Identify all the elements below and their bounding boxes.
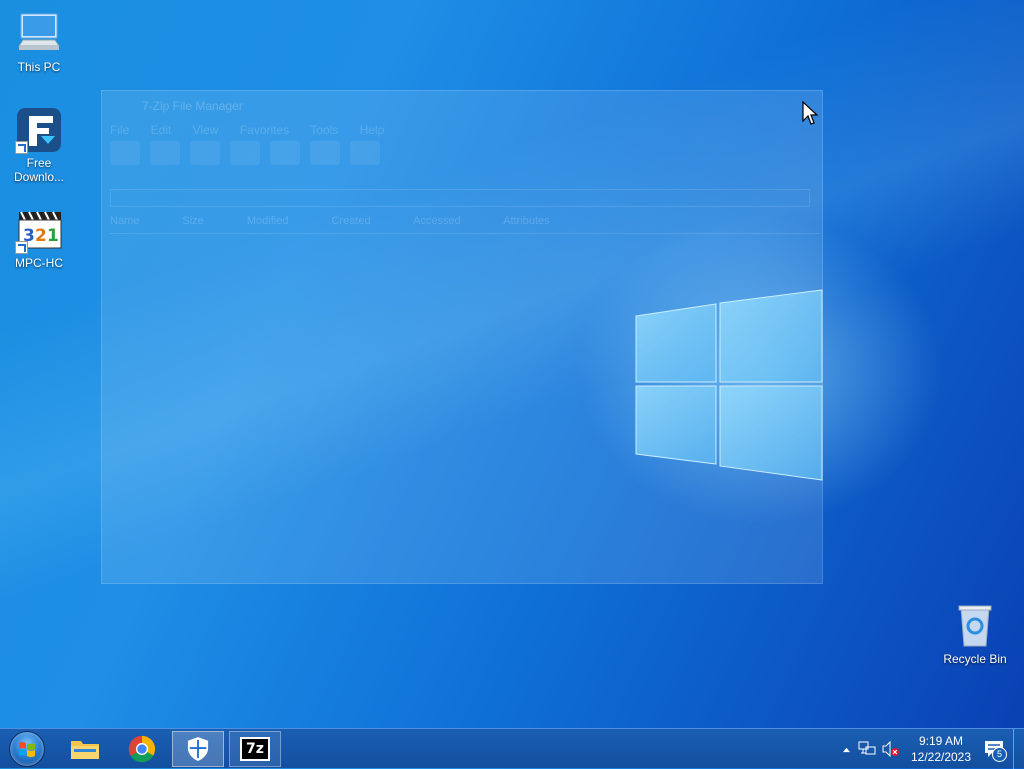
- desktop-icon-this-pc[interactable]: This PC: [1, 10, 77, 74]
- shortcut-arrow-icon: [15, 241, 28, 254]
- free-download-manager-icon: [15, 106, 63, 154]
- chevron-up-icon: [842, 747, 850, 752]
- ghost-window-path: [110, 189, 810, 207]
- ghost-window-columns: Name Size Modified Created Accessed Attr…: [110, 215, 820, 234]
- clock-time: 9:19 AM: [918, 734, 964, 748]
- start-button[interactable]: [4, 730, 50, 768]
- desktop-icon-mpc-hc[interactable]: 3 2 1 MPC-HC: [1, 206, 77, 270]
- svg-text:2: 2: [35, 226, 47, 246]
- volume-muted-icon: [882, 741, 899, 757]
- notification-count-badge: 5: [992, 747, 1007, 762]
- this-pc-icon: [15, 10, 63, 58]
- taskbar-chrome[interactable]: [116, 731, 168, 767]
- taskbar-7zip[interactable]: 7z: [229, 731, 281, 767]
- taskbar: 7z 9:19 AM 12/22/2023 5: [0, 728, 1024, 769]
- folder-icon: [71, 741, 99, 759]
- clock-button[interactable]: 9:19 AM 12/22/2023: [903, 729, 979, 769]
- clock-date: 12/22/2023: [910, 750, 972, 764]
- 7zip-icon-label: 7z: [246, 741, 264, 757]
- network-tray-button[interactable]: [855, 729, 879, 769]
- svg-text:1: 1: [47, 226, 59, 246]
- taskbar-file-explorer[interactable]: [59, 731, 111, 767]
- shortcut-arrow-icon: [15, 141, 28, 154]
- taskbar-windows-security[interactable]: [172, 731, 224, 767]
- desktop-icon-recycle-bin[interactable]: Recycle Bin: [937, 602, 1013, 666]
- show-hidden-icons-button[interactable]: [837, 729, 855, 769]
- shield-icon: [187, 737, 209, 761]
- show-desktop-button[interactable]: [1013, 729, 1024, 769]
- volume-tray-button[interactable]: [879, 729, 903, 769]
- desktop-icon-label: This PC: [17, 60, 61, 74]
- network-icon: [858, 741, 876, 755]
- fading-7zip-window: 7-Zip File Manager File Edit View Favori…: [101, 90, 823, 584]
- ghost-window-menu: File Edit View Favorites Tools Help: [110, 123, 385, 137]
- action-center-button[interactable]: 5: [979, 729, 1009, 769]
- desktop-icon-free-download-manager[interactable]: Free Downlo...: [1, 106, 77, 184]
- desktop-icon-label: Free Downlo...: [13, 156, 65, 184]
- start-orb-icon: [9, 731, 45, 767]
- ghost-window-title: 7-Zip File Manager: [142, 99, 243, 113]
- system-tray: 9:19 AM 12/22/2023 5: [837, 729, 1024, 769]
- desktop-icon-label: MPC-HC: [15, 256, 63, 270]
- desktop-icon-label: Recycle Bin: [943, 652, 1007, 666]
- ghost-window-toolbar: [110, 141, 380, 165]
- chrome-icon: [128, 735, 156, 763]
- 7zip-icon: 7z: [240, 737, 270, 761]
- mpc-hc-icon: 3 2 1: [15, 206, 63, 254]
- mouse-cursor-icon: [802, 100, 819, 127]
- recycle-bin-icon: [951, 602, 999, 650]
